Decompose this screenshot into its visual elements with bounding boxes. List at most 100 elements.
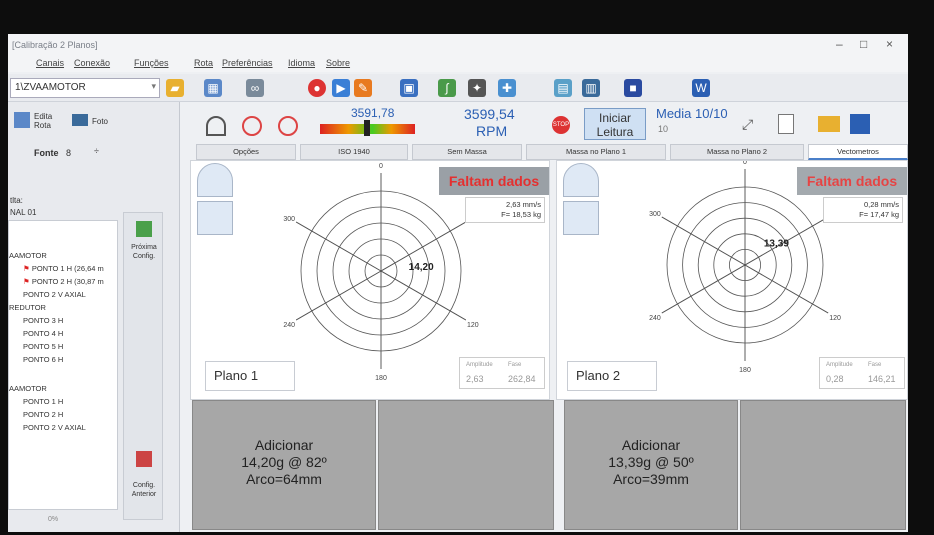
tree-item[interactable]: PONTO 2 V AXIAL: [23, 423, 86, 432]
amplitude-caption: Amplitude: [826, 362, 853, 368]
rotor-sector-icon[interactable]: [197, 201, 233, 235]
balance-icon[interactable]: ✚: [498, 79, 516, 97]
layout-icon[interactable]: ▦: [204, 79, 222, 97]
proxima-config-label[interactable]: Próxima Config.: [126, 243, 162, 261]
iniciar-leitura-button[interactable]: Iniciar Leitura: [584, 108, 646, 140]
chevron-down-icon[interactable]: ▾: [151, 81, 156, 92]
curve-icon[interactable]: ∫: [438, 79, 456, 97]
fonte-spinner[interactable]: ÷: [94, 146, 99, 156]
mass-angle: 14,20g @ 82º: [241, 454, 327, 470]
phase-target-alt-icon[interactable]: [278, 116, 298, 136]
tree-item[interactable]: PONTO 2 H: [23, 410, 63, 419]
vehicle-icon[interactable]: ■: [624, 79, 642, 97]
tab-iso-1940[interactable]: ISO 1940: [300, 144, 408, 160]
rpm-value: 3599,54: [464, 106, 515, 122]
polar-angle-label: 240: [283, 322, 295, 329]
tree-item[interactable]: PONTO 5 H: [23, 342, 63, 351]
polar-marker-label: 14,20: [409, 262, 434, 273]
arc-length: Arco=39mm: [613, 471, 689, 487]
minimize-icon[interactable]: –: [836, 37, 843, 51]
tab-bar: Opções ISO 1940 Sem Massa Massa no Plano…: [186, 144, 908, 160]
fonte-label: Fonte: [34, 148, 59, 158]
menu-rota[interactable]: Rota: [194, 58, 213, 68]
stop-icon[interactable]: ●: [308, 79, 326, 97]
faltam-dados-badge: Faltam dados: [439, 167, 549, 195]
phase-target-icon[interactable]: [242, 116, 262, 136]
tree-item[interactable]: ⚑ PONTO 1 H (26,64 m: [23, 264, 104, 273]
path-value: 1\ZVAAMOTOR: [15, 82, 86, 93]
force-line: F= 18,53 kg: [501, 210, 541, 219]
tree-item[interactable]: PONTO 4 H: [23, 329, 63, 338]
walk-icon[interactable]: ✦: [468, 79, 486, 97]
close-icon[interactable]: ×: [886, 37, 893, 51]
bar-value: 3591,78: [351, 106, 395, 120]
tree-item[interactable]: PONTO 3 H: [23, 316, 63, 325]
word-icon[interactable]: W: [692, 79, 710, 97]
next-config-icon[interactable]: [136, 221, 152, 237]
route-tree[interactable]: AAMOTOR ⚑ PONTO 1 H (26,64 m ⚑ PONTO 2 H (…: [8, 220, 118, 510]
mass-angle: 13,39g @ 50º: [608, 454, 694, 470]
folder-icon[interactable]: ▰: [166, 79, 184, 97]
plane-1-panel: 06012018024030014,20 Faltam dados 2,63 m…: [190, 160, 550, 400]
tree-item[interactable]: PONTO 1 H: [23, 397, 63, 406]
arc-length: Arco=64mm: [246, 471, 322, 487]
path-combo[interactable]: 1\ZVAAMOTOR ▾: [10, 78, 160, 98]
tree-item[interactable]: REDUTOR: [9, 303, 46, 312]
gauge-icon[interactable]: [206, 116, 226, 136]
plane-1-correction: Adicionar 14,20g @ 82º Arco=64mm: [193, 437, 375, 488]
tab-opcoes[interactable]: Opções: [196, 144, 296, 160]
config-anterior-label[interactable]: Config. Anterior: [126, 481, 162, 499]
sensor-icon[interactable]: ▥: [582, 79, 600, 97]
tree-item-label: PONTO 2 V AXIAL: [23, 423, 86, 432]
rotor-gauge-icon[interactable]: [197, 163, 233, 197]
app-window: [Calibração 2 Planos] – □ × Canais Conex…: [8, 34, 908, 532]
tree-item[interactable]: PONTO 2 V AXIAL: [23, 290, 86, 299]
polar-angle-label: 0: [743, 161, 747, 166]
progress-percent: 0%: [48, 516, 59, 523]
prev-config-icon[interactable]: [136, 451, 152, 467]
play-icon[interactable]: ▶: [332, 79, 350, 97]
save-icon[interactable]: ▣: [400, 79, 418, 97]
menu-sobre[interactable]: Sobre: [326, 58, 350, 68]
menu-funcoes[interactable]: Funções: [134, 58, 169, 68]
fonte-value[interactable]: 8: [66, 148, 71, 158]
plane-1-result-extra: [378, 400, 554, 530]
tree-item[interactable]: ⚑ PONTO 2 H (30,87 m: [23, 277, 104, 286]
left-panel: Edita Rota Foto Fonte 8 ÷ tlta: NAL 01 A…: [8, 102, 180, 532]
tree-item-label: PONTO 2 H: [23, 410, 64, 419]
menu-idioma[interactable]: Idioma: [288, 58, 315, 68]
polar-angle-label: 180: [739, 367, 751, 374]
menu-conexao[interactable]: Conexão: [74, 58, 110, 68]
menu-canais[interactable]: Canais: [36, 58, 64, 68]
tree-item-label: AAMOTOR: [9, 251, 47, 260]
tab-vectometros[interactable]: Vectometros: [808, 144, 908, 160]
rotor-sector-icon[interactable]: [563, 201, 599, 235]
amplitude-line: 0,28 mm/s: [863, 200, 899, 209]
adicionar-label: Adicionar: [621, 437, 681, 453]
tab-massa-plano-1[interactable]: Massa no Plano 1: [526, 144, 666, 160]
tab-massa-plano-2[interactable]: Massa no Plano 2: [670, 144, 804, 160]
tree-item[interactable]: AAMOTOR: [9, 384, 47, 393]
save-disk-icon[interactable]: [850, 114, 870, 134]
notes-icon[interactable]: ▤: [554, 79, 572, 97]
maximize-icon[interactable]: □: [860, 37, 867, 51]
amplitude-caption: Amplitude: [466, 362, 493, 368]
edita-rota-button[interactable]: Edita Rota: [14, 108, 70, 134]
tree-item[interactable]: PONTO 6 H: [23, 355, 63, 364]
rpm-unit: RPM: [476, 123, 508, 139]
stop-button[interactable]: STOP: [552, 116, 570, 134]
rotor-gauge-icon[interactable]: [563, 163, 599, 197]
document-icon[interactable]: [778, 114, 794, 134]
tab-sem-massa[interactable]: Sem Massa: [412, 144, 522, 160]
tool-icon[interactable]: ⤢: [742, 116, 753, 133]
record-icon[interactable]: ✎: [354, 79, 372, 97]
amplitude-info: 2,63 mm/s F= 18,53 kg: [465, 197, 545, 223]
media-select[interactable]: 10: [658, 124, 668, 134]
tree-header: tlta:: [10, 196, 23, 205]
menu-preferencias[interactable]: Preferências: [222, 58, 273, 68]
tree-item[interactable]: AAMOTOR: [9, 251, 47, 260]
link-icon[interactable]: ∞: [246, 79, 264, 97]
open-folder-icon[interactable]: [818, 116, 840, 132]
media-label: Media 10/10: [656, 106, 728, 121]
foto-button[interactable]: Foto: [72, 108, 122, 134]
